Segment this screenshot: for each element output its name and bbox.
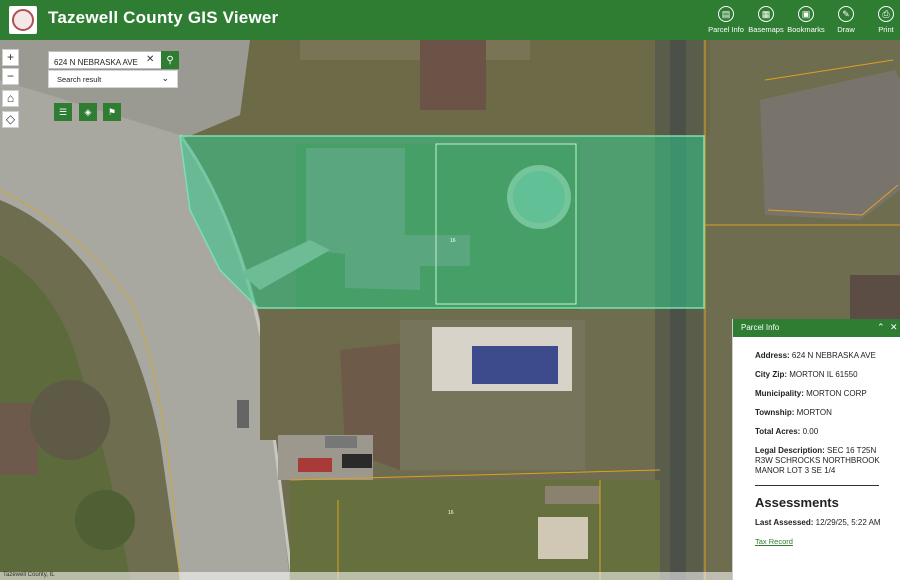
field-label: Address: — [755, 351, 790, 360]
list-button[interactable]: ☰ — [54, 103, 72, 121]
layers-button[interactable]: ◈ — [79, 103, 97, 121]
tree — [30, 380, 110, 460]
search-icon: ⚲ — [166, 54, 174, 66]
search-input[interactable] — [49, 54, 147, 71]
field-value: 624 N NEBRASKA AVE — [791, 351, 876, 360]
search-result-label: Search result — [57, 75, 102, 84]
black-car — [342, 454, 372, 468]
field-label: Township: — [755, 408, 795, 417]
parcel-info-panel-body: Address: 624 N NEBRASKA AVE City Zip: MO… — [733, 337, 900, 547]
clear-search-icon[interactable]: ✕ — [146, 54, 154, 65]
field-label: Municipality: — [755, 389, 804, 398]
parcel-info-tool-label: Parcel Info — [708, 25, 744, 34]
east-house-2-roof — [850, 275, 900, 320]
parcel-field-city-zip: City Zip: MORTON IL 61550 — [755, 370, 888, 380]
print-tool-button[interactable]: ⎙ Print — [866, 6, 900, 38]
field-label: Last Assessed: — [755, 518, 814, 527]
divider — [755, 485, 879, 486]
last-assessed-row: Last Assessed: 12/29/25, 5:22 AM — [755, 518, 888, 528]
bookmarks-tool-button[interactable]: ▣ Bookmarks — [786, 6, 826, 38]
parcel-info-tool-button[interactable]: ▤ Parcel Info — [706, 6, 746, 38]
legend-button[interactable]: ⚑ — [103, 103, 121, 121]
search-button[interactable]: ⚲ — [161, 51, 179, 69]
field-label: City Zip: — [755, 370, 787, 379]
field-value: 0.00 — [802, 427, 819, 436]
garden-beds — [545, 486, 600, 504]
parcel-field-township: Township: MORTON — [755, 408, 888, 418]
sport-court — [538, 517, 588, 559]
basemaps-icon: ▦ — [758, 6, 774, 22]
lot-number-label-parcel: 16 — [450, 238, 456, 244]
parked-car — [237, 400, 249, 428]
print-tool-label: Print — [878, 25, 894, 34]
chevron-down-icon: ⌄ — [161, 73, 169, 83]
north-house-roof — [420, 40, 486, 110]
parcel-field-total-acres: Total Acres: 0.00 — [755, 427, 888, 437]
gray-car — [325, 436, 357, 448]
selected-parcel-highlight[interactable] — [179, 135, 705, 309]
county-seal-logo — [9, 6, 37, 34]
creek — [670, 40, 686, 580]
app-header: Tazewell County GIS Viewer ▤ Parcel Info… — [0, 0, 900, 40]
assessments-heading: Assessments — [755, 495, 839, 510]
zoom-in-button[interactable]: + — [2, 49, 19, 66]
print-icon: ⎙ — [878, 6, 894, 22]
zoom-out-button[interactable]: − — [2, 68, 19, 85]
search-result-dropdown[interactable]: Search result ⌄ — [48, 70, 178, 88]
layers-icon: ◈ — [84, 106, 92, 117]
field-value: MORTON IL 61550 — [789, 370, 858, 379]
swimming-pool — [472, 346, 558, 384]
bookmarks-tool-label: Bookmarks — [787, 25, 825, 34]
field-label: Total Acres: — [755, 427, 801, 436]
tree — [75, 490, 135, 550]
field-label: Legal Description: — [755, 446, 825, 455]
parcel-field-legal-description: Legal Description: SEC 16 T25N R3W SCHRO… — [755, 446, 888, 476]
field-value: MORTON — [796, 408, 832, 417]
draw-tool-button[interactable]: ✎ Draw — [826, 6, 866, 38]
parcel-info-icon: ▤ — [718, 6, 734, 22]
basemaps-tool-button[interactable]: ▦ Basemaps — [746, 6, 786, 38]
parcel-info-panel: Parcel Info ⌃ ✕ Address: 624 N NEBRASKA … — [732, 319, 900, 580]
south-lawn — [290, 480, 660, 580]
search-bar: ✕ — [48, 51, 178, 71]
parcel-field-municipality: Municipality: MORTON CORP — [755, 389, 888, 399]
close-icon[interactable]: ✕ — [890, 322, 898, 333]
parcel-field-address: Address: 624 N NEBRASKA AVE — [755, 351, 888, 361]
red-car — [298, 458, 332, 472]
bookmarks-icon: ▣ — [798, 6, 814, 22]
legend-icon: ⚑ — [107, 106, 117, 117]
collapse-icon[interactable]: ⌃ — [877, 322, 885, 333]
app-title: Tazewell County GIS Viewer — [48, 8, 279, 27]
home-button[interactable]: ⌂ — [2, 90, 19, 107]
parcel-info-panel-header: Parcel Info ⌃ ✕ — [733, 319, 900, 337]
locate-button[interactable]: ◇ — [2, 111, 19, 128]
basemaps-tool-label: Basemaps — [748, 25, 784, 34]
draw-icon: ✎ — [838, 6, 854, 22]
tax-record-row: Tax Record — [755, 537, 888, 547]
list-icon: ☰ — [58, 106, 68, 117]
field-value: 12/29/25, 5:22 AM — [815, 518, 881, 527]
parcel-info-panel-title: Parcel Info — [741, 323, 780, 332]
lot-number-label-south: 16 — [448, 510, 454, 516]
north-yard — [300, 40, 530, 60]
field-value: MORTON CORP — [806, 389, 867, 398]
tax-record-link[interactable]: Tax Record — [755, 537, 793, 546]
draw-tool-label: Draw — [837, 25, 855, 34]
